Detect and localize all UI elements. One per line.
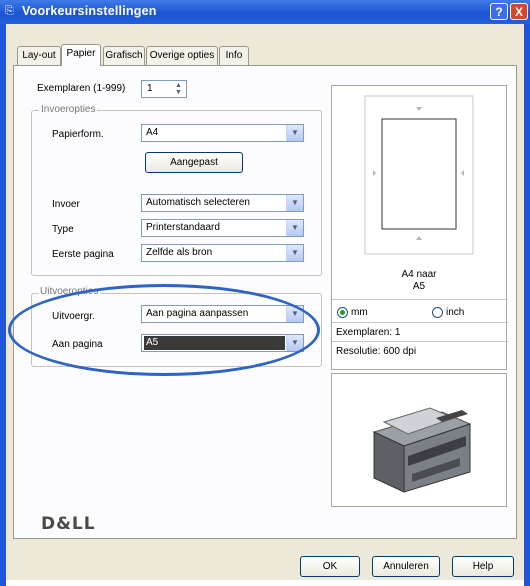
divider <box>332 322 508 323</box>
window-frame-right <box>524 24 530 586</box>
chevron-down-icon[interactable]: ▼ <box>286 125 303 141</box>
type-label: Type <box>52 224 74 235</box>
resolution-info: Resolutie: 600 dpi <box>336 346 417 357</box>
unit-mm-radio[interactable] <box>337 307 348 318</box>
window-title: Voorkeursinstellingen <box>22 4 157 18</box>
type-select[interactable]: Printerstandaard ▼ <box>141 219 304 237</box>
output-type-select[interactable]: Aan pagina aanpassen ▼ <box>141 305 304 323</box>
unit-inch-radio[interactable] <box>432 307 443 318</box>
input-options-title: Invoeropties <box>39 104 98 115</box>
copies-label: Exemplaren (1-999) <box>37 83 126 94</box>
tab-paper[interactable]: Papier <box>61 44 101 66</box>
page-preview-graphic <box>364 95 474 255</box>
first-page-label: Eerste pagina <box>52 249 114 260</box>
divider <box>332 299 508 300</box>
printer-image-panel <box>331 373 507 507</box>
copies-value: 1 <box>147 83 153 94</box>
output-type-value: Aan pagina aanpassen <box>146 308 249 319</box>
close-button[interactable]: X <box>510 3 528 20</box>
printer-icon <box>372 407 472 493</box>
paper-size-value: A4 <box>146 127 159 138</box>
chevron-down-icon[interactable]: ▼ <box>286 306 303 322</box>
spin-arrows-icon[interactable]: ▲ ▼ <box>172 82 185 96</box>
first-page-select[interactable]: Zelfde als bron ▼ <box>141 244 304 262</box>
tab-layout[interactable]: Lay-out <box>17 46 61 65</box>
source-value: Automatisch selecteren <box>146 197 250 208</box>
source-label: Invoer <box>52 199 80 210</box>
tab-other-options[interactable]: Overige opties <box>146 46 218 65</box>
fit-to-page-select[interactable]: A5 ▼ <box>141 334 304 352</box>
unit-mm-label: mm <box>351 307 368 318</box>
type-value: Printerstandaard <box>146 222 220 233</box>
help-title-button[interactable]: ? <box>490 3 508 20</box>
source-select[interactable]: Automatisch selecteren ▼ <box>141 194 304 212</box>
divider <box>332 341 508 342</box>
paper-size-label: Papierform. <box>52 129 104 140</box>
tab-info[interactable]: Info <box>219 46 249 65</box>
first-page-value: Zelfde als bron <box>146 247 213 258</box>
preview-panel: A4 naar A5 mm inch Exemplaren: 1 Resolut… <box>331 85 508 370</box>
fit-to-page-label: Aan pagina <box>52 339 103 350</box>
ok-button[interactable]: OK <box>300 556 360 577</box>
fit-to-page-value: A5 <box>144 336 285 350</box>
copies-info: Exemplaren: 1 <box>336 327 401 338</box>
cancel-button[interactable]: Annuleren <box>372 556 440 577</box>
help-button[interactable]: Help <box>452 556 514 577</box>
preview-caption-line2: A5 <box>412 281 426 292</box>
printer-app-icon: ⎘ <box>5 5 14 17</box>
custom-size-button[interactable]: Aangepast <box>145 152 243 173</box>
chevron-down-icon[interactable]: ▼ <box>286 335 303 351</box>
copies-spinner[interactable]: 1 ▲ ▼ <box>141 80 187 98</box>
title-bar: ⎘ Voorkeursinstellingen ? X <box>0 0 530 24</box>
preview-caption-line1: A4 naar <box>401 269 437 280</box>
chevron-down-icon[interactable]: ▼ <box>286 195 303 211</box>
paper-size-select[interactable]: A4 ▼ <box>141 124 304 142</box>
chevron-down-icon[interactable]: ▼ <box>286 220 303 236</box>
dell-logo: D&LL <box>41 514 96 534</box>
tab-graphics[interactable]: Grafisch <box>103 46 145 65</box>
output-type-label: Uitvoergr. <box>52 311 95 322</box>
unit-inch-label: inch <box>446 307 465 318</box>
chevron-down-icon[interactable]: ▼ <box>286 245 303 261</box>
output-options-title: Uitvoeropties <box>38 286 101 297</box>
